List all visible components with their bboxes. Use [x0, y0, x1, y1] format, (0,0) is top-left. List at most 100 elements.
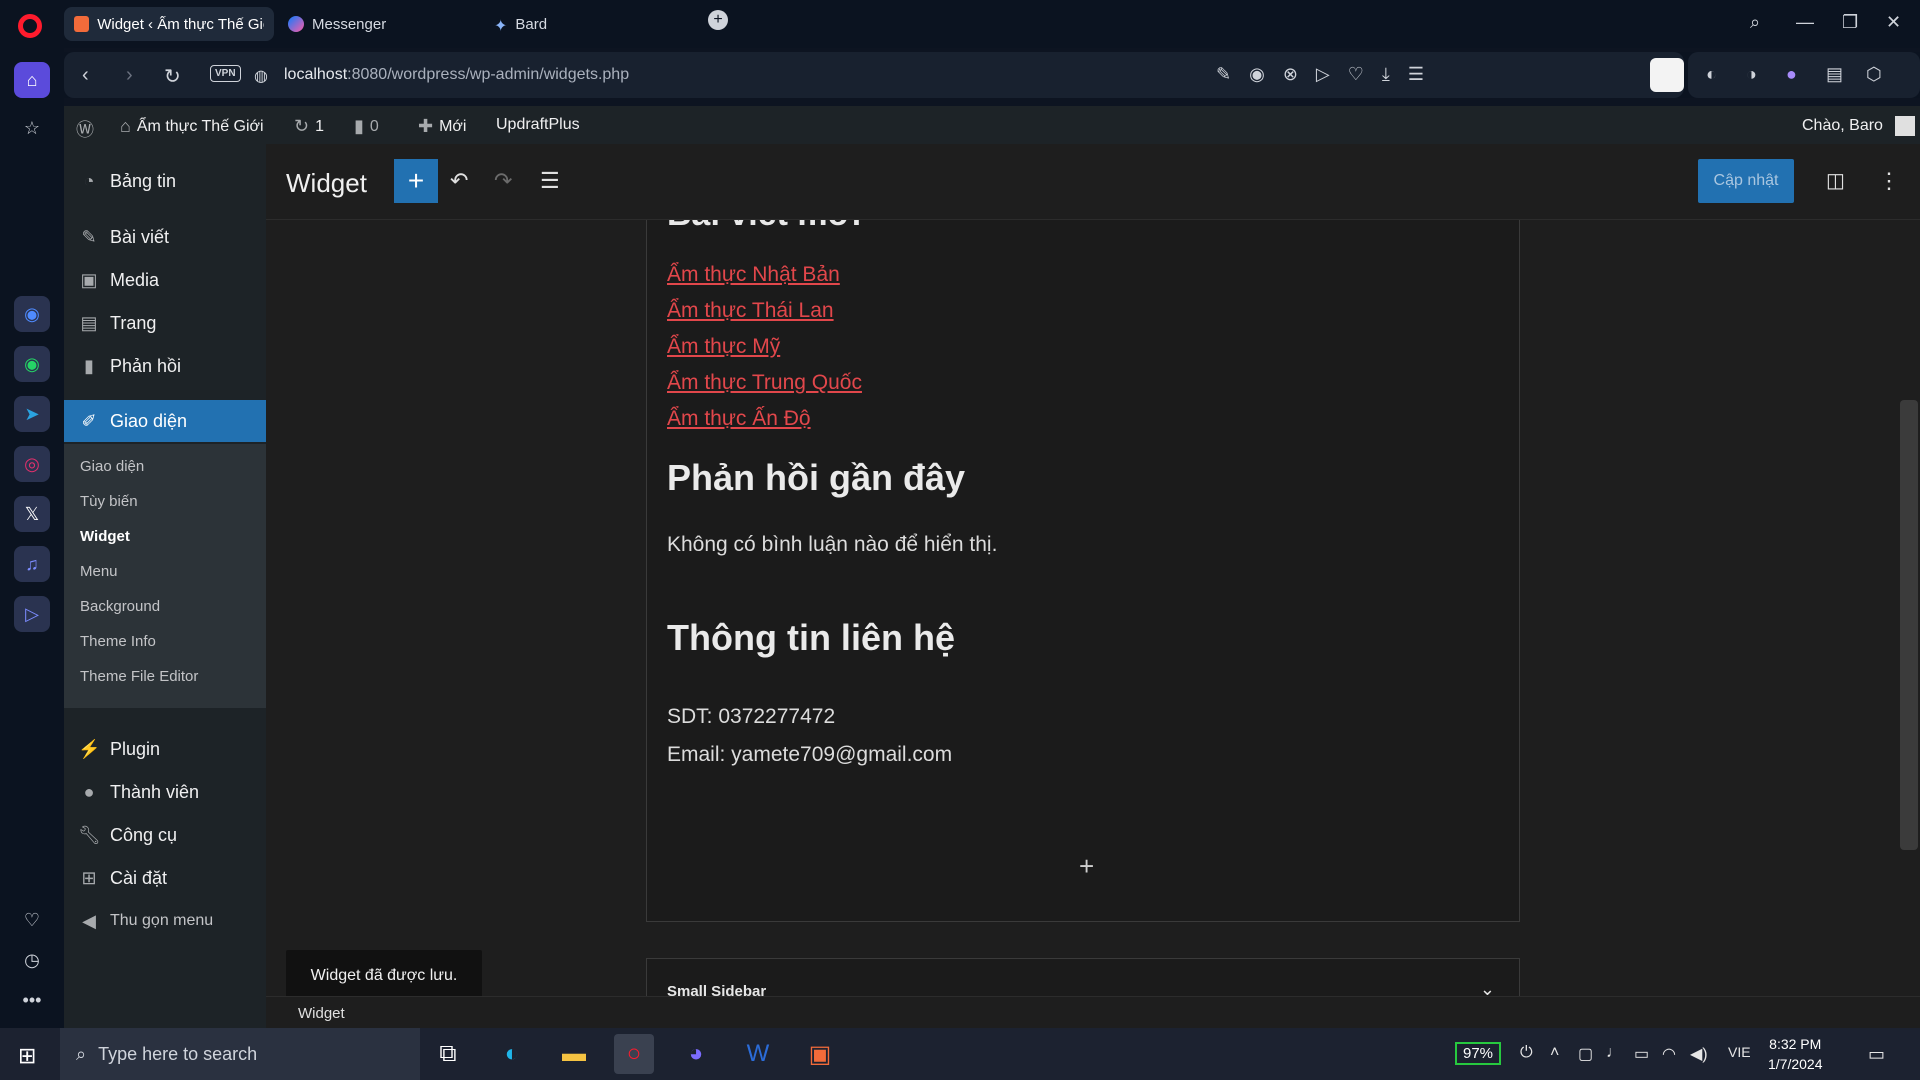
url-field[interactable]: localhost:8080/wordpress/wp-admin/widget… [284, 66, 629, 84]
history-clock-icon[interactable]: ◷ [14, 942, 50, 978]
submenu-item-theme-file-editor[interactable]: Theme File Editor [80, 668, 198, 685]
submenu-item-customize[interactable]: Tùy biến [80, 493, 138, 510]
file-explorer-icon[interactable]: ▬ [554, 1034, 594, 1074]
options-menu-icon[interactable]: ⋮ [1878, 168, 1900, 194]
taskbar-clock[interactable]: 8:32 PM 1/7/2024 [1768, 1034, 1823, 1074]
adblock-icon[interactable]: ⊗ [1283, 64, 1298, 85]
search-tabs-icon[interactable]: ⌕ [1750, 12, 1760, 33]
tab-messenger[interactable]: Messenger [278, 7, 478, 41]
post-link[interactable]: Ẩm thực Trung Quốc [667, 371, 862, 395]
wp-logo-icon[interactable]: Ⓦ [76, 116, 94, 142]
telegram-icon[interactable]: ➤ [14, 396, 50, 432]
submenu-item-widgets[interactable]: Widget [80, 528, 130, 545]
star-icon[interactable]: ☆ [14, 110, 50, 146]
post-link[interactable]: Ẩm thực Mỹ [667, 335, 862, 359]
no-comments-text[interactable]: Không có bình luận nào để hiển thị. [667, 533, 997, 557]
opera-logo-icon[interactable] [18, 14, 42, 38]
contact-heading[interactable]: Thông tin liên hệ [667, 617, 955, 659]
add-block-icon[interactable]: + [1079, 851, 1094, 882]
site-name-link[interactable]: ⌂ Ẩm thực Thế Giới [120, 116, 264, 137]
tab-bard[interactable]: ✦ Bard [484, 7, 684, 41]
updraftplus-link[interactable]: UpdraftPlus [496, 116, 580, 134]
microphone-icon[interactable]: ♩ [1606, 1044, 1622, 1062]
extensions-cube-icon[interactable]: ⬡ [1866, 64, 1882, 85]
camera-icon[interactable]: ◉ [1249, 64, 1265, 85]
recent-comments-heading[interactable]: Phản hồi gần đây [667, 457, 965, 499]
chevron-down-icon[interactable]: ⌄ [1480, 979, 1495, 996]
whatsapp-icon[interactable]: ◉ [14, 346, 50, 382]
home-icon[interactable]: ⌂ [14, 62, 50, 98]
player-icon[interactable]: ▷ [14, 596, 50, 632]
block-inserter-button[interactable]: + [394, 159, 438, 203]
notification-icon[interactable]: ▭ [1868, 1044, 1885, 1065]
submenu-item-themes[interactable]: Giao diện [80, 458, 144, 475]
close-icon[interactable]: ✕ [1886, 12, 1901, 33]
discord-icon[interactable]: ◕ [676, 1034, 716, 1074]
updates-link[interactable]: ↻ 1 [294, 116, 324, 137]
xampp-icon[interactable]: ▣ [800, 1034, 840, 1074]
post-link[interactable]: Ẩm thực Thái Lan [667, 299, 862, 323]
show-hidden-icons[interactable]: ˄ [1550, 1044, 1559, 1062]
vpn-badge[interactable]: VPN [210, 65, 241, 82]
canvas-scrollbar[interactable] [1900, 400, 1918, 850]
update-button[interactable]: Cập nhật [1698, 159, 1794, 203]
edit-icon[interactable]: ✎ [1216, 64, 1231, 85]
volume-icon[interactable]: ◀) [1690, 1044, 1708, 1064]
favorites-heart-icon[interactable]: ♡ [14, 902, 50, 938]
redo-icon[interactable]: ↷ [494, 168, 512, 194]
menu-item-settings[interactable]: ⊞ Cài đặt [64, 857, 266, 899]
battery-icon[interactable]: ▭ [1634, 1044, 1649, 1064]
menu-item-dashboard[interactable]: ◔ Bảng tin [64, 160, 266, 202]
comments-link[interactable]: ▮ 0 [354, 116, 379, 137]
tab-widget[interactable]: Widget ‹ Ẩm thực Thế Giớ [64, 7, 274, 41]
extension-2-icon[interactable]: ◑ [1746, 64, 1757, 85]
globe-icon[interactable]: ◍ [254, 66, 268, 86]
menu-item-media[interactable]: ▣ Media [64, 259, 266, 301]
restore-icon[interactable]: ❐ [1842, 12, 1858, 33]
small-sidebar-panel[interactable]: Small Sidebar ⌄ [646, 958, 1520, 996]
new-tab-button[interactable]: + [708, 10, 728, 30]
edge-icon[interactable]: ◐ [492, 1034, 532, 1074]
collapse-menu-button[interactable]: ◀ Thu gọn menu [64, 900, 266, 942]
extension-1-icon[interactable]: ◐ [1706, 64, 1717, 85]
post-link[interactable]: Ẩm thực Ấn Độ [667, 407, 862, 431]
menu-item-tools[interactable]: 🔧︎ Công cụ [64, 814, 266, 856]
reload-icon[interactable]: ↻ [164, 64, 181, 89]
music-icon[interactable]: ♫ [14, 546, 50, 582]
windows-start-icon[interactable]: ⊞ [18, 1043, 36, 1069]
play-icon[interactable]: ▷ [1316, 64, 1330, 85]
battery-indicator[interactable]: 97% [1455, 1042, 1502, 1065]
list-view-icon[interactable]: ☰ [540, 168, 560, 194]
minimize-icon[interactable]: — [1796, 12, 1814, 33]
menu-item-plugins[interactable]: ⚡ Plugin [64, 728, 266, 770]
settings-sidebar-icon[interactable]: ◫ [1826, 168, 1845, 193]
instagram-icon[interactable]: ◎ [14, 446, 50, 482]
x-twitter-icon[interactable]: 𝕏 [14, 496, 50, 532]
meet-icon[interactable]: ▢ [1578, 1044, 1593, 1064]
menu-item-posts[interactable]: ✎ Bài viết [64, 216, 266, 258]
menu-item-comments[interactable]: ▮ Phản hồi [64, 345, 266, 387]
word-icon[interactable]: W [738, 1034, 778, 1074]
submenu-item-theme-info[interactable]: Theme Info [80, 633, 156, 650]
more-dots-icon[interactable]: ••• [14, 982, 50, 1018]
wifi-icon[interactable]: ◠ [1662, 1044, 1676, 1064]
my-account-link[interactable]: Chào, Baro [1802, 116, 1915, 136]
forward-icon[interactable]: › [126, 64, 133, 87]
menu-item-users[interactable]: ● Thành viên [64, 771, 266, 813]
post-link[interactable]: Ẩm thực Nhật Bản [667, 263, 862, 287]
back-icon[interactable]: ‹ [82, 64, 89, 87]
undo-icon[interactable]: ↶ [450, 168, 468, 194]
task-view-icon[interactable]: ⧉ [428, 1034, 468, 1074]
profile-avatar[interactable] [1650, 58, 1684, 92]
download-icon[interactable]: ⤓ [1382, 64, 1390, 85]
submenu-item-background[interactable]: Background [80, 598, 160, 615]
easy-setup-icon[interactable]: ☰ [1408, 64, 1424, 85]
breadcrumb-widget[interactable]: Widget [298, 1005, 345, 1022]
phone-text[interactable]: SDT: 0372277472 [667, 705, 835, 729]
email-text[interactable]: Email: yamete709@gmail.com [667, 743, 952, 767]
opera-taskbar-icon[interactable]: ○ [614, 1034, 654, 1074]
extension-3-icon[interactable]: ● [1786, 64, 1797, 85]
taskbar-search[interactable]: ⌕ Type here to search [60, 1028, 420, 1080]
language-indicator[interactable]: VIE [1728, 1044, 1751, 1060]
menu-item-appearance[interactable]: ✐ Giao diện [64, 400, 266, 442]
